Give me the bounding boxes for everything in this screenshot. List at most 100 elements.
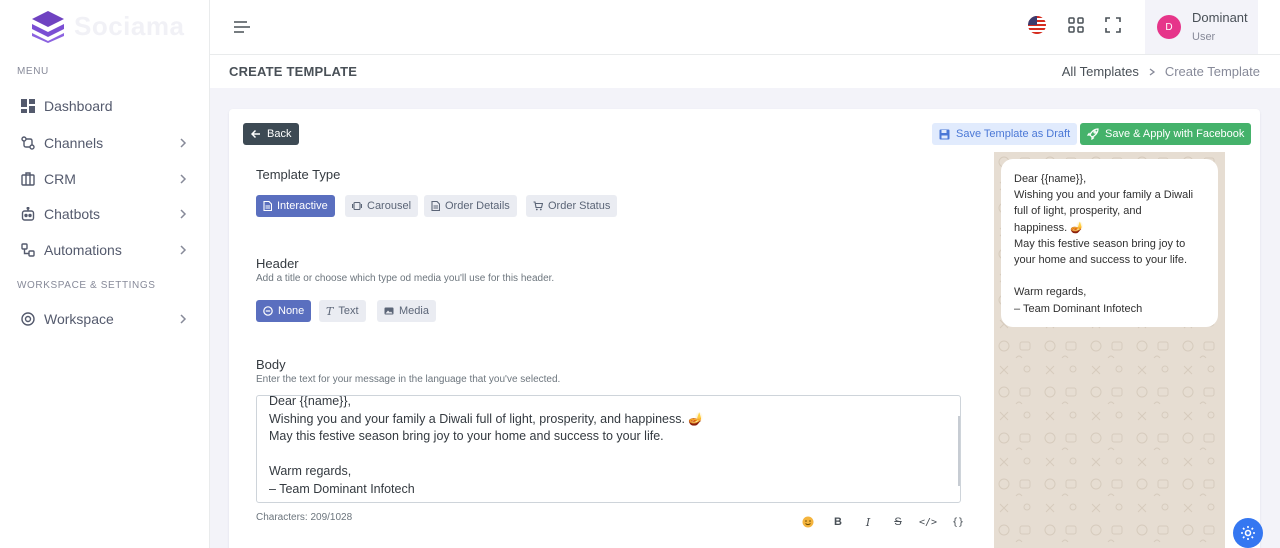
sidebar-item-label: Workspace (44, 311, 114, 327)
back-button[interactable]: Back (243, 123, 300, 145)
arrow-left-icon (251, 129, 260, 139)
preview-text-line: Dear {{name}}, (1014, 173, 1087, 185)
save-draft-label: Save Template as Draft (956, 128, 1071, 140)
template-type-order-status[interactable]: Order Status (526, 195, 618, 217)
chevron-right-icon (180, 209, 187, 219)
sidebar-item-chatbots[interactable]: Chatbots (0, 197, 210, 231)
chip-label: Interactive (277, 200, 328, 212)
chevron-right-icon (180, 314, 187, 324)
emoji-button[interactable] (793, 513, 823, 531)
breadcrumb-current: Create Template (1164, 64, 1260, 79)
gear-icon (1241, 526, 1255, 540)
preview-text-line: full of light, prosperity, and (1014, 205, 1142, 218)
template-type-order-details[interactable]: Order Details (424, 195, 517, 217)
emoji-icon (802, 516, 814, 528)
body-textarea[interactable]: Dear {{name}}, Wishing you and your fami… (256, 395, 961, 503)
preview-text-line: – Team Dominant Infotech (1014, 302, 1143, 315)
sidebar-item-workspace[interactable]: Workspace (0, 302, 210, 336)
logo-text: Sociama (74, 10, 185, 41)
user-menu[interactable]: D Dominant User (1145, 0, 1258, 54)
carousel-icon (352, 201, 362, 211)
us-flag-icon[interactable] (1028, 16, 1046, 34)
topbar: D Dominant User (210, 0, 1280, 55)
header-type-none[interactable]: None (256, 300, 312, 322)
breadcrumb-link-all-templates[interactable]: All Templates (1062, 64, 1139, 79)
header-description: Add a title or choose which type od medi… (256, 273, 555, 284)
body-text-line: Dear {{name}}, (269, 395, 352, 408)
settings-fab[interactable] (1233, 518, 1263, 548)
settings-section-title: WORKSPACE & SETTINGS (17, 280, 156, 291)
template-type-interactive[interactable]: Interactive (256, 195, 335, 217)
sidebar-item-dashboard[interactable]: Dashboard (0, 89, 210, 123)
document-icon (263, 201, 272, 211)
preview-text-line (1014, 268, 1205, 284)
workspace-icon (20, 311, 36, 327)
preview-message-bubble: Dear {{name}}, Wishing you and your fami… (1001, 159, 1218, 327)
save-icon (939, 129, 950, 139)
hamburger-menu-icon[interactable] (232, 17, 252, 37)
template-type-carousel[interactable]: Carousel (345, 195, 419, 217)
save-apply-label: Save & Apply with Facebook (1105, 128, 1245, 140)
preview-text-line: May this festive season bring joy to (1014, 237, 1186, 250)
header-type-text[interactable]: T Text (319, 300, 366, 322)
body-text-line: Warm regards, (269, 464, 352, 478)
sidebar-item-automations[interactable]: Automations (0, 233, 210, 267)
apps-grid-icon[interactable] (1067, 16, 1085, 34)
chip-label: Order Details (445, 200, 510, 212)
user-name: Dominant (1192, 9, 1248, 25)
sidebar-item-label: CRM (44, 171, 76, 187)
variable-button[interactable]: {} (943, 513, 973, 531)
chatbots-icon (20, 206, 36, 222)
sidebar-item-channels[interactable]: Channels (0, 126, 210, 160)
image-icon (384, 307, 394, 315)
document-icon (431, 201, 440, 211)
code-button[interactable]: </> (913, 513, 943, 531)
body-text-line (269, 446, 948, 464)
chevron-right-icon (180, 174, 187, 184)
automations-icon (20, 242, 36, 258)
menu-section-title: MENU (17, 66, 49, 77)
body-text-line: – Team Dominant Infotech (269, 481, 415, 496)
message-preview: Dear {{name}}, Wishing you and your fami… (994, 152, 1225, 548)
character-count: Characters: 209/1028 (256, 512, 353, 523)
body-label: Body (256, 357, 286, 372)
chip-label: Carousel (367, 200, 412, 212)
textarea-scrollbar[interactable] (958, 416, 960, 486)
back-label: Back (267, 128, 292, 140)
format-toolbar: B I S </> {} (793, 513, 973, 531)
chip-label: None (278, 305, 305, 317)
fullscreen-icon[interactable] (1104, 16, 1122, 34)
app-logo[interactable]: Sociama (30, 8, 184, 44)
sidebar-item-label: Channels (44, 135, 104, 151)
body-description: Enter the text for your message in the l… (256, 374, 561, 385)
preview-text-line: Wishing you and your family a Diwali (1014, 189, 1194, 202)
header-type-media[interactable]: Media (377, 300, 436, 322)
italic-button[interactable]: I (853, 513, 883, 531)
chevron-right-icon (1149, 67, 1155, 76)
strikethrough-button[interactable]: S (883, 513, 913, 531)
bold-button[interactable]: B (823, 513, 853, 531)
page-title-bar: CREATE TEMPLATE All Templates Create Tem… (210, 55, 1280, 88)
body-text-line: Wishing you and your family a Diwali ful… (269, 411, 704, 426)
preview-text-line: Warm regards, (1014, 286, 1087, 299)
chip-label: Order Status (548, 200, 611, 212)
sidebar-item-label: Automations (44, 242, 122, 258)
header-label: Header (256, 256, 299, 271)
dashboard-icon (20, 98, 36, 114)
save-draft-button[interactable]: Save Template as Draft (932, 123, 1078, 145)
chip-label: Media (399, 305, 429, 317)
channels-icon (20, 135, 36, 151)
minus-circle-icon (263, 306, 273, 316)
body-text-line: May this festive season bring joy to you… (269, 429, 664, 443)
chevron-right-icon (180, 138, 187, 148)
user-role: User (1192, 30, 1216, 43)
avatar: D (1157, 15, 1181, 39)
rocket-icon (1087, 128, 1099, 140)
sidebar-item-label: Dashboard (44, 98, 113, 114)
text-format-icon: T (326, 304, 334, 318)
template-type-label: Template Type (256, 167, 341, 182)
preview-text-line: your home and success to your life. (1014, 254, 1188, 267)
save-apply-facebook-button[interactable]: Save & Apply with Facebook (1080, 123, 1252, 145)
sidebar-item-crm[interactable]: CRM (0, 162, 210, 196)
sidebar: Sociama MENU Dashboard Channels CRM Chat… (0, 0, 210, 548)
